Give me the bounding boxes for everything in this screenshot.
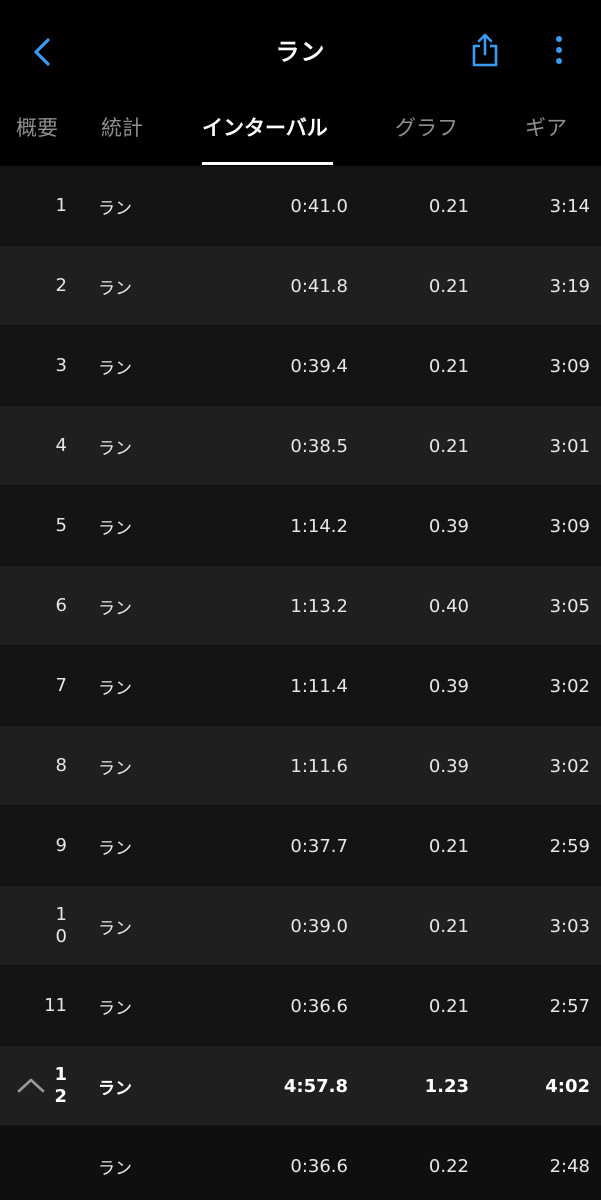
interval-time: 1:14.2: [290, 515, 348, 537]
interval-number-line1: 1: [55, 904, 67, 925]
interval-time: 0:39.0: [290, 915, 348, 937]
more-vertical-icon: [556, 36, 562, 64]
interval-row-expanded[interactable]: 1 2 ラン 4:57.8 1.23 4:02: [0, 1046, 601, 1126]
interval-pace: 4:02: [545, 1075, 590, 1097]
interval-pace: 3:05: [549, 595, 590, 617]
interval-distance: 0.22: [428, 1155, 469, 1177]
page-title: ラン: [275, 38, 326, 66]
share-icon: [472, 33, 498, 67]
interval-type: ラン: [98, 678, 132, 699]
interval-type: ラン: [98, 518, 132, 539]
interval-pace: 3:03: [549, 915, 590, 937]
interval-distance: 0.21: [428, 355, 469, 377]
interval-time: 0:41.8: [290, 275, 348, 297]
tab-stats[interactable]: 統計: [101, 112, 143, 142]
interval-pace: 3:19: [549, 275, 590, 297]
interval-distance: 0.21: [428, 195, 469, 217]
interval-row[interactable]: 8 ラン 1:11.6 0.39 3:02: [0, 726, 601, 806]
interval-pace: 3:02: [549, 675, 590, 697]
interval-pace: 2:57: [549, 995, 590, 1017]
interval-row[interactable]: 1 0 ラン 0:39.0 0.21 3:03: [0, 886, 601, 966]
interval-pace: 3:14: [549, 195, 590, 217]
interval-distance: 1.23: [424, 1075, 469, 1097]
interval-type: ラン: [98, 918, 132, 939]
interval-number-line2: 0: [55, 926, 67, 947]
interval-distance: 0.40: [428, 595, 469, 617]
active-tab-indicator: [202, 162, 333, 165]
interval-number: 3: [55, 355, 67, 376]
top-bar: ラン: [0, 0, 601, 100]
interval-time: 0:36.6: [290, 995, 348, 1017]
interval-distance: 0.21: [428, 275, 469, 297]
interval-type: ラン: [98, 1158, 132, 1179]
interval-list: 1 ラン 0:41.0 0.21 3:14 2 ラン 0:41.8 0.21 3…: [0, 166, 601, 1200]
tab-graph[interactable]: グラフ: [395, 112, 458, 142]
interval-type: ラン: [98, 278, 132, 299]
interval-time: 1:11.4: [290, 675, 348, 697]
interval-time: 1:13.2: [290, 595, 348, 617]
interval-distance: 0.39: [428, 755, 469, 777]
interval-type: ラン: [98, 438, 132, 459]
interval-distance: 0.39: [428, 515, 469, 537]
tab-bar: 概要 統計 インターバル グラフ ギア: [0, 100, 601, 166]
interval-sub-row[interactable]: ラン 0:36.6 0.22 2:48: [0, 1126, 601, 1200]
interval-number: 4: [55, 435, 67, 456]
interval-distance: 0.21: [428, 915, 469, 937]
interval-type: ラン: [98, 598, 132, 619]
tab-intervals[interactable]: インターバル: [202, 112, 328, 142]
interval-row[interactable]: 3 ラン 0:39.4 0.21 3:09: [0, 326, 601, 406]
interval-number: 9: [55, 835, 67, 856]
interval-time: 0:37.7: [290, 835, 348, 857]
more-options-button[interactable]: [544, 28, 574, 72]
interval-number: 1 0: [20, 886, 67, 966]
interval-row[interactable]: 9 ラン 0:37.7 0.21 2:59: [0, 806, 601, 886]
interval-time: 0:39.4: [290, 355, 348, 377]
interval-number: 6: [55, 595, 67, 616]
interval-number: 2: [55, 275, 67, 296]
interval-type: ラン: [98, 758, 132, 779]
tab-overview[interactable]: 概要: [16, 112, 58, 142]
interval-number: 8: [55, 755, 67, 776]
interval-number: [20, 1126, 67, 1200]
interval-row[interactable]: 5 ラン 1:14.2 0.39 3:09: [0, 486, 601, 566]
tab-gear[interactable]: ギア: [525, 112, 567, 142]
interval-row[interactable]: 1 ラン 0:41.0 0.21 3:14: [0, 166, 601, 246]
interval-pace: 3:09: [549, 515, 590, 537]
interval-type: ラン: [98, 198, 132, 219]
interval-type: ラン: [98, 358, 132, 379]
interval-pace: 3:02: [549, 755, 590, 777]
interval-row[interactable]: 11 ラン 0:36.6 0.21 2:57: [0, 966, 601, 1046]
interval-distance: 0.21: [428, 995, 469, 1017]
interval-pace: 3:01: [549, 435, 590, 457]
interval-pace: 2:59: [549, 835, 590, 857]
interval-pace: 3:09: [549, 355, 590, 377]
interval-row[interactable]: 4 ラン 0:38.5 0.21 3:01: [0, 406, 601, 486]
interval-row[interactable]: 7 ラン 1:11.4 0.39 3:02: [0, 646, 601, 726]
interval-pace: 2:48: [549, 1155, 590, 1177]
interval-distance: 0.39: [428, 675, 469, 697]
interval-number: 11: [44, 995, 67, 1016]
interval-number: 7: [55, 675, 67, 696]
interval-number-line2: 2: [54, 1086, 67, 1107]
interval-time: 4:57.8: [283, 1075, 348, 1097]
interval-type: ラン: [98, 998, 132, 1019]
interval-number: 1 2: [20, 1046, 67, 1126]
interval-number: 1: [55, 195, 67, 216]
interval-row[interactable]: 6 ラン 1:13.2 0.40 3:05: [0, 566, 601, 646]
interval-number: 5: [55, 515, 67, 536]
interval-type: ラン: [98, 838, 132, 859]
interval-distance: 0.21: [428, 835, 469, 857]
interval-time: 1:11.6: [290, 755, 348, 777]
interval-row[interactable]: 2 ラン 0:41.8 0.21 3:19: [0, 246, 601, 326]
interval-time: 0:38.5: [290, 435, 348, 457]
interval-type: ラン: [98, 1078, 132, 1099]
interval-distance: 0.21: [428, 435, 469, 457]
share-button[interactable]: [466, 28, 504, 72]
interval-time: 0:36.6: [290, 1155, 348, 1177]
interval-number-line1: 1: [54, 1064, 67, 1085]
interval-time: 0:41.0: [290, 195, 348, 217]
